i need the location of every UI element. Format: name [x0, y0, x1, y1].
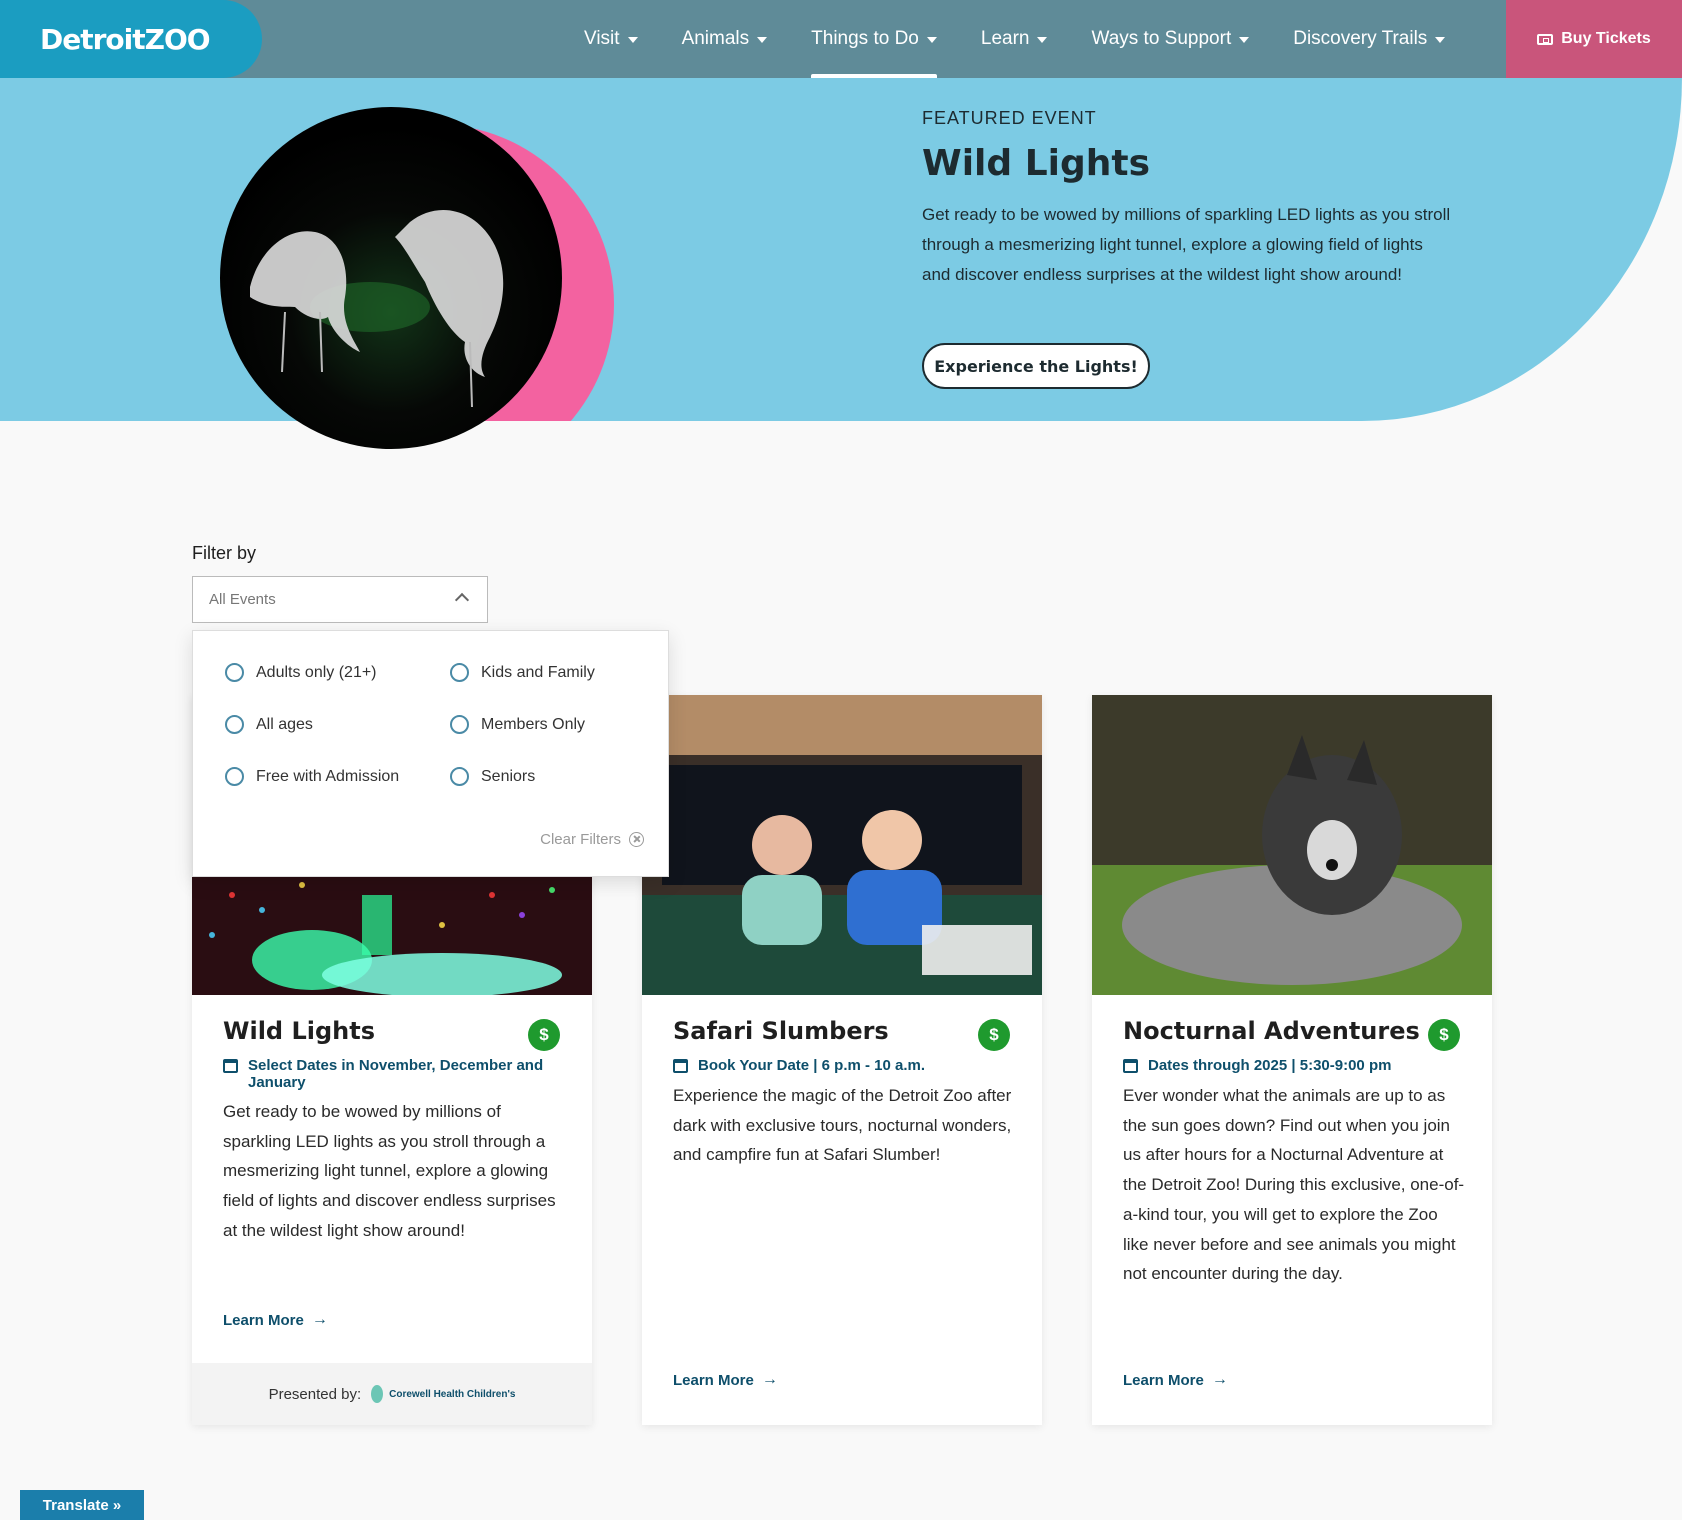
caret-down-icon [926, 37, 937, 43]
nav-item-learn[interactable]: Learn [981, 0, 1048, 78]
radio-icon [225, 767, 244, 786]
buy-tickets-button[interactable]: Buy Tickets [1506, 0, 1682, 78]
nav-item-animals[interactable]: Animals [682, 0, 768, 78]
radio-icon [450, 767, 469, 786]
learn-more-label: Learn More [1123, 1371, 1204, 1389]
calendar-icon [1123, 1059, 1138, 1073]
nav-label: Visit [584, 28, 620, 49]
filter-dropdown-panel: Adults only (21+) Kids and Family All ag… [192, 630, 669, 877]
card-title: Nocturnal Adventures [1123, 1017, 1420, 1045]
learn-more-link[interactable]: Learn More → [1123, 1371, 1228, 1389]
filter-option-adults-only[interactable]: Adults only (21+) [225, 663, 377, 682]
caret-down-icon [757, 37, 768, 43]
card-description: Ever wonder what the animals are up to a… [1123, 1086, 1465, 1284]
nav-item-discovery-trails[interactable]: Discovery Trails [1293, 0, 1446, 78]
chevron-up-icon [454, 592, 470, 608]
filter-option-free-with-admission[interactable]: Free with Admission [225, 767, 399, 786]
close-circle-icon [629, 832, 644, 847]
filter-option-label: Seniors [481, 767, 536, 785]
card-description: Experience the magic of the Detroit Zoo … [673, 1086, 1012, 1165]
hero-title: Wild Lights [922, 143, 1151, 184]
filter-option-label: Adults only (21+) [256, 663, 377, 681]
learn-more-label: Learn More [223, 1311, 304, 1329]
nav-item-things-to-do[interactable]: Things to Do [811, 0, 937, 78]
caret-down-icon [1239, 37, 1250, 43]
paid-badge-icon: $ [978, 1019, 1010, 1051]
card-date: Select Dates in November, December and J… [223, 1057, 563, 1091]
hero-description: Get ready to be wowed by millions of spa… [922, 205, 1451, 284]
event-card-safari-slumbers: Safari Slumbers $ Book Your Date | 6 p.m… [642, 695, 1042, 1425]
presented-by-label: Presented by: [268, 1385, 362, 1403]
filter-option-all-ages[interactable]: All ages [225, 715, 313, 734]
logo: DetroitZOO [40, 22, 211, 56]
filter-option-kids-family[interactable]: Kids and Family [450, 663, 595, 682]
filter-option-label: Kids and Family [481, 663, 595, 681]
presented-by-footer: Presented by: Corewell Health Children's [192, 1363, 592, 1425]
card-title: Wild Lights [223, 1017, 376, 1045]
filter-option-label: Members Only [481, 715, 586, 733]
logo-link[interactable]: DetroitZOO [0, 0, 262, 78]
card-date-text: Select Dates in November, December and J… [248, 1057, 544, 1091]
caret-down-icon [627, 37, 638, 43]
learn-more-label: Learn More [673, 1371, 754, 1389]
top-nav: DetroitZOO Visit Animals Things to Do Le… [0, 0, 1682, 78]
radio-icon [225, 663, 244, 682]
nav-menu: Visit Animals Things to Do Learn Ways to… [584, 0, 1489, 78]
nav-item-visit[interactable]: Visit [584, 0, 638, 78]
sponsor-logo: Corewell Health Children's [371, 1385, 515, 1403]
clear-filters-button[interactable]: Clear Filters [540, 831, 644, 848]
caret-down-icon [1037, 37, 1048, 43]
card-date: Dates through 2025 | 5:30-9:00 pm [1123, 1057, 1463, 1074]
arrow-right-icon: → [1211, 1371, 1228, 1388]
card-image-safari-slumbers [642, 695, 1042, 995]
caret-down-icon [1435, 37, 1446, 43]
arrow-right-icon: → [761, 1371, 778, 1388]
clear-filters-label: Clear Filters [540, 831, 621, 848]
event-card-nocturnal-adventures: Nocturnal Adventures $ Dates through 202… [1092, 695, 1492, 1425]
nav-label: Things to Do [811, 28, 919, 49]
hero-eyebrow: FEATURED EVENT [922, 108, 1097, 128]
card-description: Get ready to be wowed by millions of spa… [223, 1102, 556, 1240]
calendar-icon [223, 1059, 238, 1073]
filter-option-members-only[interactable]: Members Only [450, 715, 585, 734]
card-date-text: Dates through 2025 | 5:30-9:00 pm [1148, 1057, 1392, 1074]
balloon-icon [371, 1385, 384, 1403]
nav-label: Ways to Support [1091, 28, 1232, 49]
card-image-wolf [1092, 695, 1492, 995]
filter-option-label: Free with Admission [256, 767, 400, 785]
nav-label: Discovery Trails [1293, 28, 1428, 49]
sponsor-name: Corewell Health Children's [389, 1388, 516, 1400]
buy-tickets-label: Buy Tickets [1561, 30, 1651, 47]
calendar-icon [673, 1059, 688, 1073]
radio-icon [225, 715, 244, 734]
hero-image-dolphin-lights [220, 107, 562, 449]
learn-more-link[interactable]: Learn More → [673, 1371, 778, 1389]
filter-option-label: All ages [256, 715, 313, 733]
ticket-icon [1537, 33, 1554, 45]
radio-icon [450, 663, 469, 682]
filter-option-seniors[interactable]: Seniors [450, 767, 535, 786]
learn-more-link[interactable]: Learn More → [223, 1311, 328, 1329]
arrow-right-icon: → [311, 1311, 328, 1328]
nav-item-ways-to-support[interactable]: Ways to Support [1091, 0, 1250, 78]
nav-label: Animals [681, 28, 750, 49]
experience-lights-button[interactable]: Experience the Lights! [922, 343, 1150, 389]
filter-selected-value: All Events [209, 591, 276, 608]
translate-button[interactable]: Translate » [20, 1490, 144, 1520]
card-date: Book Your Date | 6 p.m - 10 a.m. [673, 1057, 1013, 1074]
filter-select[interactable]: All Events [192, 576, 488, 623]
filter-label: Filter by [192, 543, 257, 563]
paid-badge-icon: $ [528, 1019, 560, 1051]
nav-label: Learn [980, 28, 1030, 49]
radio-icon [450, 715, 469, 734]
card-date-text: Book Your Date | 6 p.m - 10 a.m. [698, 1057, 926, 1074]
card-title: Safari Slumbers [673, 1017, 889, 1045]
paid-badge-icon: $ [1428, 1019, 1460, 1051]
